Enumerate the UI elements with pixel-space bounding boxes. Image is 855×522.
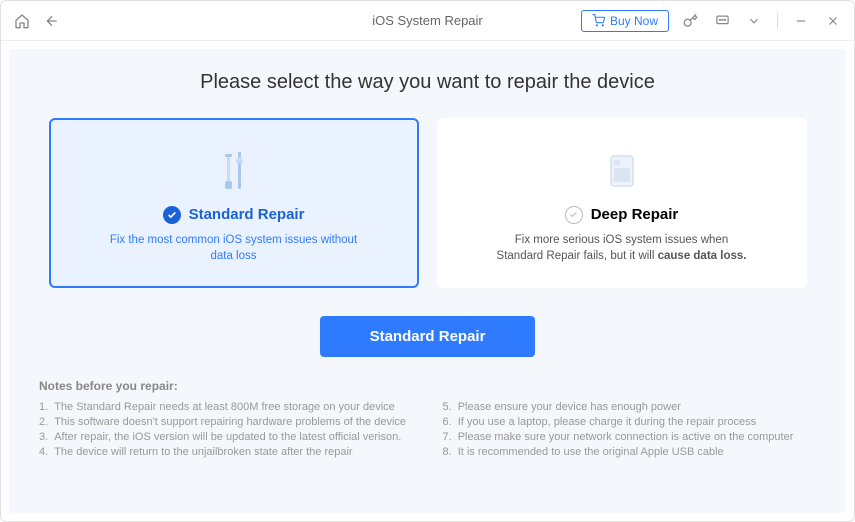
check-outline-icon (565, 206, 583, 224)
deep-repair-card[interactable]: Deep Repair Fix more serious iOS system … (437, 118, 807, 288)
app-window: iOS System Repair Buy Now (0, 0, 855, 522)
note-item: 7.Please make sure your network connecti… (443, 431, 817, 443)
standard-repair-desc: Fix the most common iOS system issues wi… (104, 232, 364, 264)
window-title: iOS System Repair (372, 13, 483, 28)
standard-repair-title: Standard Repair (189, 206, 305, 223)
titlebar: iOS System Repair Buy Now (1, 1, 854, 41)
deep-repair-title: Deep Repair (591, 206, 679, 223)
deep-desc-bold: cause data loss. (658, 250, 747, 262)
standard-repair-button[interactable]: Standard Repair (320, 316, 536, 357)
tools-icon (209, 142, 259, 200)
note-item: 1.The Standard Repair needs at least 800… (39, 401, 413, 413)
card-header: Deep Repair (565, 206, 679, 224)
repair-options: Standard Repair Fix the most common iOS … (39, 118, 816, 288)
cart-icon (592, 14, 605, 27)
device-icon (597, 142, 647, 200)
minimize-icon[interactable] (790, 10, 812, 32)
note-item: 2.This software doesn't support repairin… (39, 416, 413, 428)
close-icon[interactable] (822, 10, 844, 32)
note-item: 5.Please ensure your device has enough p… (443, 401, 817, 413)
titlebar-right: Buy Now (581, 10, 844, 32)
standard-repair-card[interactable]: Standard Repair Fix the most common iOS … (49, 118, 419, 288)
check-filled-icon (163, 206, 181, 224)
card-header: Standard Repair (163, 206, 305, 224)
separator (777, 13, 778, 29)
notes-section: Notes before you repair: 1.The Standard … (39, 379, 816, 458)
buy-now-label: Buy Now (610, 14, 658, 28)
note-item: 6.If you use a laptop, please charge it … (443, 416, 817, 428)
deep-repair-desc: Fix more serious iOS system issues when … (492, 232, 752, 264)
feedback-icon[interactable] (711, 10, 733, 32)
action-row: Standard Repair (39, 316, 816, 357)
note-item: 8.It is recommended to use the original … (443, 446, 817, 458)
page-title: Please select the way you want to repair… (39, 71, 816, 94)
home-icon[interactable] (11, 10, 33, 32)
content-area: Please select the way you want to repair… (9, 49, 846, 513)
note-item: 3.After repair, the iOS version will be … (39, 431, 413, 443)
back-icon[interactable] (41, 10, 63, 32)
buy-now-button[interactable]: Buy Now (581, 10, 669, 32)
notes-title: Notes before you repair: (39, 379, 816, 393)
key-icon[interactable] (679, 10, 701, 32)
note-item: 4.The device will return to the unjailbr… (39, 446, 413, 458)
titlebar-left (11, 10, 63, 32)
chevron-down-icon[interactable] (743, 10, 765, 32)
notes-list: 1.The Standard Repair needs at least 800… (39, 401, 816, 458)
